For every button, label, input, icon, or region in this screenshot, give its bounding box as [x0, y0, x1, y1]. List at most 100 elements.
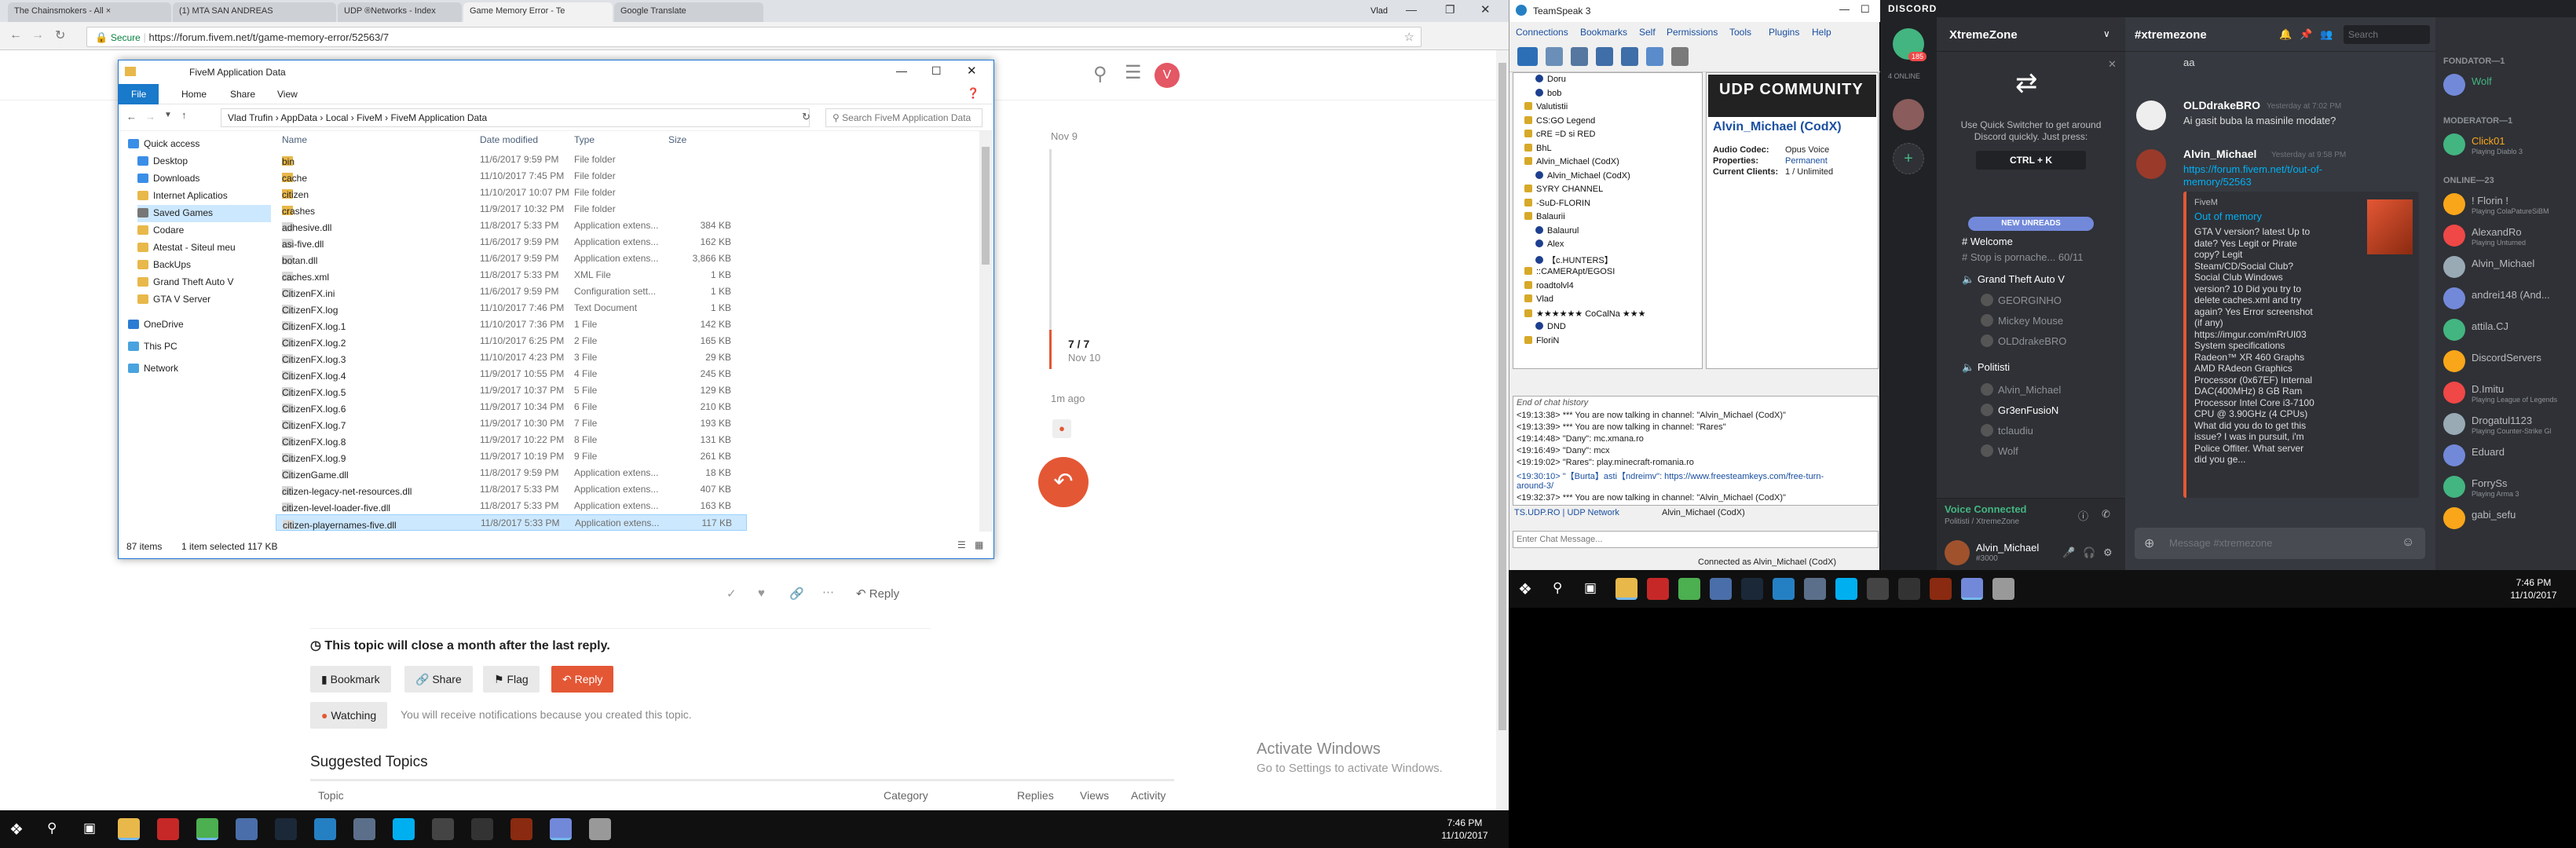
member-item[interactable]: ForrySs [2472, 477, 2508, 489]
crumb-3[interactable]: Local [326, 112, 349, 123]
back-icon[interactable]: ← [126, 111, 137, 122]
recent-dropdown-icon[interactable]: ▼ [164, 111, 172, 119]
members-icon[interactable]: 👥 [2320, 28, 2333, 41]
notification-icon[interactable]: ● [1052, 419, 1071, 438]
taskbar-discord-icon[interactable] [1961, 578, 1983, 600]
bell-icon[interactable]: 🔔 [2279, 28, 2292, 41]
taskbar-app-icon[interactable] [1710, 578, 1732, 600]
search-icon[interactable]: ⚲ [47, 821, 57, 836]
voice-channel[interactable]: 🔈 Grand Theft Auto V [1962, 273, 2065, 286]
watching-button[interactable]: ● Watching [310, 702, 388, 729]
voice-user[interactable]: Wolf [1981, 444, 2018, 457]
sidebar-gta5[interactable]: Grand Theft Auto V [137, 274, 234, 291]
sidebar-this-pc[interactable]: This PC [128, 338, 177, 356]
minimize-icon[interactable]: — [896, 64, 907, 77]
sidebar-network[interactable]: Network [128, 360, 178, 378]
taskbar-chrome-icon[interactable] [196, 818, 218, 840]
start-icon[interactable]: ❖ [9, 820, 24, 839]
voice-user[interactable]: Alvin_Michael [1981, 383, 2061, 396]
member-item[interactable]: ! Florin ! [2472, 195, 2508, 207]
reply-fab-icon[interactable]: ↶ [1038, 457, 1089, 507]
page-scroll-thumb[interactable] [1498, 63, 1506, 730]
menu-connections[interactable]: Connections [1516, 27, 1568, 38]
sidebar-downloads[interactable]: Downloads [137, 170, 199, 188]
sidebar-backups[interactable]: BackUps [137, 257, 191, 274]
avatar[interactable] [2443, 382, 2465, 404]
ts-channel[interactable]: -SuD-FLORIN [1524, 198, 1590, 212]
forward-icon[interactable]: → [145, 111, 156, 122]
close-icon[interactable]: ✕ [967, 64, 977, 78]
crumb-2[interactable]: AppData [280, 112, 317, 123]
avatar[interactable] [2136, 101, 2166, 130]
message-link[interactable]: https://forum.fivem.net/t/out-of-memory/… [2183, 163, 2340, 188]
avatar[interactable] [2443, 74, 2465, 96]
taskbar-game-icon[interactable] [1867, 578, 1889, 600]
file-row[interactable]: CitizenFX.log.5 11/9/2017 10:37 PM 5 File 1… [276, 382, 747, 399]
member-item[interactable]: AlexandRo [2472, 226, 2522, 238]
file-row[interactable]: CitizenFX.log.4 11/9/2017 10:55 PM 4 File 2… [276, 366, 747, 382]
disconnect-voice-icon[interactable]: ✆ [2102, 508, 2110, 521]
col-name[interactable]: Name [282, 134, 307, 145]
reply-button[interactable]: ↶ Reply [551, 666, 614, 693]
file-row[interactable]: CitizenFX.ini 11/6/2017 9:59 PM Configurat… [276, 283, 747, 300]
star-icon[interactable]: ☆ [1404, 30, 1414, 44]
tab-mta[interactable]: (1) MTA SAN ANDREAS [173, 2, 336, 22]
taskbar-filezilla-icon[interactable] [1647, 578, 1669, 600]
taskbar-skype-icon[interactable] [393, 818, 415, 840]
taskbar-app-icon[interactable] [589, 818, 611, 840]
avatar[interactable] [2443, 350, 2465, 372]
server-header[interactable]: XtremeZone ∨ [1937, 17, 2125, 52]
file-row[interactable]: CitizenFX.log.6 11/9/2017 10:34 PM 6 File 2… [276, 399, 747, 415]
sidebar-quick-access[interactable]: Quick access [128, 136, 199, 153]
file-list-scroll-thumb[interactable] [982, 147, 990, 265]
file-row[interactable]: CitizenFX.log.7 11/9/2017 10:30 PM 7 File 1… [276, 415, 747, 432]
timeline-handle[interactable] [1049, 330, 1052, 369]
details-view-icon[interactable]: ☰ [957, 539, 966, 550]
ts-channel[interactable]: SYRY CHANNEL [1524, 185, 1603, 198]
crumb-1[interactable]: Vlad Trufin [228, 112, 273, 123]
voice-channel[interactable]: 🔈 Politisti [1962, 361, 2010, 374]
file-row[interactable]: citizen 11/10/2017 10:07 PM File folder [276, 185, 747, 201]
taskbar-teamspeak-icon[interactable] [1773, 578, 1795, 600]
crumb-5[interactable]: FiveM Application Data [390, 112, 487, 123]
voice-user[interactable]: tclaudiu [1981, 424, 2033, 437]
omnibox[interactable]: 🔒 Secure | https://forum.fivem.net/t/gam… [86, 27, 1422, 47]
add-server-icon[interactable]: + [1893, 143, 1924, 174]
tab-google-translate[interactable]: Google Translate [614, 2, 763, 22]
taskbar-app-icon[interactable] [1804, 578, 1826, 600]
col-size[interactable]: Size [668, 134, 686, 145]
file-row[interactable]: bin 11/6/2017 9:59 PM File folder [276, 152, 747, 168]
ts-user[interactable]: DND [1535, 322, 1566, 335]
taskbar-discord-icon[interactable] [550, 818, 572, 840]
tiles-view-icon[interactable]: ▦ [975, 539, 983, 550]
file-row[interactable]: CitizenFX.log.1 11/10/2017 7:36 PM 1 File 1… [276, 316, 747, 333]
avatar[interactable] [2443, 256, 2465, 278]
avatar[interactable] [2443, 225, 2465, 247]
forward-icon[interactable]: → [31, 28, 44, 42]
more-icon[interactable]: ⋯ [822, 585, 834, 599]
taskbar-game-icon[interactable] [432, 818, 454, 840]
upload-icon[interactable]: ⊕ [2144, 535, 2154, 551]
pin-icon[interactable]: 📌 [2300, 28, 2312, 41]
server-icon-xtremezone[interactable] [1893, 99, 1924, 130]
sidebar-codare[interactable]: Codare [137, 222, 184, 239]
file-row[interactable]: caches.xml 11/8/2017 5:33 PM XML File 1 KB [276, 267, 747, 283]
ts-channel[interactable]: ★★★★★★ CoCalNa ★★★ [1524, 309, 1646, 322]
avatar[interactable] [2136, 149, 2166, 179]
ts-channel[interactable]: ::CAMERApt/EGOSI [1524, 267, 1615, 280]
gear-icon[interactable]: ⚙ [2103, 546, 2113, 559]
member-item[interactable]: gabi_sefu [2472, 509, 2516, 521]
minimize-icon[interactable]: — [1406, 3, 1417, 16]
sidebar-onedrive[interactable]: OneDrive [128, 316, 184, 334]
emoji-icon[interactable]: ☺ [2402, 535, 2414, 550]
taskbar-app-icon[interactable] [1992, 578, 2014, 600]
sidebar-gta5-server[interactable]: GTA V Server [137, 291, 210, 309]
member-item[interactable]: andrei148 (And... [2472, 289, 2550, 301]
ribbon-tab-view[interactable]: View [268, 87, 307, 101]
member-item[interactable]: Drogatul1123 [2472, 415, 2532, 426]
ts-channel[interactable]: BhL [1524, 143, 1552, 157]
voice-user[interactable]: Gr3enFusioN [1981, 404, 2058, 416]
member-item[interactable]: Wolf [2472, 75, 2492, 87]
text-channel[interactable]: # Stop is pornache... 60/11 [1962, 251, 2083, 263]
file-row[interactable]: CitizenFX.log 11/10/2017 7:46 PM Text Docu… [276, 300, 747, 316]
